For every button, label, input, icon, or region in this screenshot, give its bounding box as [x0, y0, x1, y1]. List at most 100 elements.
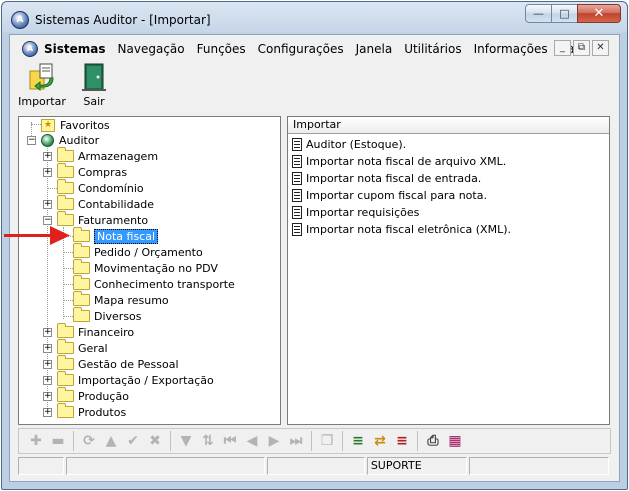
first-record-icon[interactable]: ⏮	[219, 431, 241, 451]
list-item[interactable]: Importar nota fiscal de entrada.	[288, 170, 609, 187]
close-button[interactable]: ✕	[577, 4, 621, 23]
list-delete-icon[interactable]: ≡	[391, 431, 413, 451]
refresh-icon[interactable]: ⟳	[78, 431, 100, 451]
folder-icon	[57, 371, 74, 386]
copy-icon[interactable]: ❐	[316, 431, 338, 451]
previous-record-icon[interactable]: ◀	[241, 431, 263, 451]
document-icon	[292, 206, 302, 219]
folder-icon	[57, 339, 74, 354]
tree-label: Diversos	[94, 309, 142, 323]
filter-icon[interactable]: ▼	[175, 431, 197, 451]
tree-expander[interactable]: +	[43, 360, 52, 369]
mdi-restore-button[interactable]: ⧉	[573, 40, 590, 56]
menu-configuracoes[interactable]: Configurações	[252, 42, 350, 56]
list-item[interactable]: Importar nota fiscal de arquivo XML.	[288, 153, 609, 170]
annotation-arrow-icon	[4, 226, 70, 245]
folder-icon	[57, 163, 74, 178]
tree-expander[interactable]: +	[43, 344, 52, 353]
menu-navegacao[interactable]: Navegação	[112, 42, 191, 56]
tree-item-compras[interactable]: Compras	[57, 163, 127, 180]
tree-expander[interactable]: +	[43, 168, 52, 177]
up-icon[interactable]: ▲	[100, 431, 122, 451]
report-icon[interactable]: ▦	[444, 431, 466, 451]
folder-icon	[57, 147, 74, 162]
folder-icon	[57, 403, 74, 418]
tree-item-auditor[interactable]: Auditor	[41, 132, 99, 148]
list-item-label: Importar nota fiscal de entrada.	[306, 172, 482, 185]
transfer-icon[interactable]: ⇄	[369, 431, 391, 451]
import-options-list[interactable]: Importar Auditor (Estoque). Importar not…	[287, 116, 610, 425]
menu-bar: A Sistemas Navegação Funções Configuraçõ…	[18, 38, 611, 59]
tree-expander[interactable]: +	[43, 152, 52, 161]
menu-sistemas[interactable]: Sistemas	[42, 42, 112, 56]
tree-item-gestao-pessoal[interactable]: Gestão de Pessoal	[57, 355, 179, 372]
folder-icon	[57, 179, 74, 194]
tree-item-mapa-resumo[interactable]: Mapa resumo	[73, 291, 169, 308]
import-button[interactable]: Importar	[18, 62, 66, 112]
tree-item-movimentacao-pdv[interactable]: Movimentação no PDV	[73, 259, 218, 276]
tree-label: Faturamento	[78, 213, 149, 227]
document-icon	[292, 189, 302, 202]
tree-item-nota-fiscal[interactable]: Nota fiscal	[73, 227, 159, 244]
status-bar: SUPORTE	[18, 457, 611, 475]
tree-item-conhecimento-transporte[interactable]: Conhecimento transporte	[73, 275, 235, 292]
list-item[interactable]: Importar nota fiscal eletrônica (XML).	[288, 221, 609, 238]
list-item[interactable]: Auditor (Estoque).	[288, 136, 609, 153]
document-icon	[292, 138, 302, 151]
tree-item-pedido-orcamento[interactable]: Pedido / Orçamento	[73, 243, 203, 260]
tree-expander-auditor[interactable]: −	[27, 136, 36, 145]
exit-door-icon	[78, 62, 110, 92]
remove-icon[interactable]: ▬	[47, 431, 69, 451]
cancel-icon[interactable]: ✖	[144, 431, 166, 451]
confirm-icon[interactable]: ✔	[122, 431, 144, 451]
tree-item-condominio[interactable]: Condomínio	[57, 179, 144, 196]
menu-janela[interactable]: Janela	[350, 42, 399, 56]
tree-item-geral[interactable]: Geral	[57, 339, 108, 356]
minimize-button[interactable]: —	[525, 4, 552, 23]
mdi-minimize-button[interactable]: _	[554, 40, 571, 56]
export-list-icon[interactable]: ≡	[347, 431, 369, 451]
navigation-tree[interactable]: ★ Favoritos − Auditor + Armazenagem + Co…	[18, 116, 281, 425]
tree-item-producao[interactable]: Produção	[57, 387, 129, 404]
list-column-header[interactable]: Importar	[288, 117, 609, 134]
menu-utilitarios[interactable]: Utilitários	[398, 42, 467, 56]
tree-item-financeiro[interactable]: Financeiro	[57, 323, 134, 340]
status-user: SUPORTE	[366, 457, 468, 475]
tree-label: Gestão de Pessoal	[78, 357, 179, 371]
folder-icon	[73, 291, 90, 306]
last-record-icon[interactable]: ⏭	[285, 431, 307, 451]
tree-expander[interactable]: +	[43, 392, 52, 401]
list-item[interactable]: Importar requisições	[288, 204, 609, 221]
tree-expander[interactable]: −	[43, 216, 52, 225]
toolbar-separator	[417, 431, 418, 451]
tree-expander[interactable]: +	[43, 328, 52, 337]
menu-logo-icon[interactable]: A	[22, 40, 38, 57]
tree-item-importacao-exportacao[interactable]: Importação / Exportação	[57, 371, 214, 388]
tree-expander[interactable]: +	[43, 200, 52, 209]
tree-item-diversos[interactable]: Diversos	[73, 307, 142, 324]
menu-informacoes[interactable]: Informações	[468, 42, 554, 56]
tree-item-favorites[interactable]: ★ Favoritos	[41, 117, 110, 133]
list-item-label: Importar nota fiscal de arquivo XML.	[306, 155, 507, 168]
folder-icon	[57, 211, 74, 226]
mdi-close-button[interactable]: ✕	[592, 40, 609, 56]
maximize-button[interactable]: □	[551, 4, 578, 23]
next-record-icon[interactable]: ▶	[263, 431, 285, 451]
sort-icon[interactable]: ⇅	[197, 431, 219, 451]
document-icon	[292, 172, 302, 185]
tree-item-armazenagem[interactable]: Armazenagem	[57, 147, 158, 164]
add-icon[interactable]: ✚	[25, 431, 47, 451]
caption-buttons: — □ ✕	[525, 4, 621, 23]
tree-label-selected: Nota fiscal	[94, 228, 159, 244]
title-bar[interactable]: A Sistemas Auditor - [Importar] — □ ✕	[2, 2, 627, 34]
tree-item-contabilidade[interactable]: Contabilidade	[57, 195, 154, 212]
tree-expander[interactable]: +	[43, 376, 52, 385]
print-icon[interactable]: ⎙	[422, 431, 444, 451]
tree-expander[interactable]: +	[43, 408, 52, 417]
tree-item-produtos[interactable]: Produtos	[57, 403, 126, 420]
toolbar-separator	[73, 431, 74, 451]
exit-button[interactable]: Sair	[70, 62, 118, 112]
list-item[interactable]: Importar cupom fiscal para nota.	[288, 187, 609, 204]
tree-label: Produção	[78, 389, 129, 403]
menu-funcoes[interactable]: Funções	[191, 42, 252, 56]
